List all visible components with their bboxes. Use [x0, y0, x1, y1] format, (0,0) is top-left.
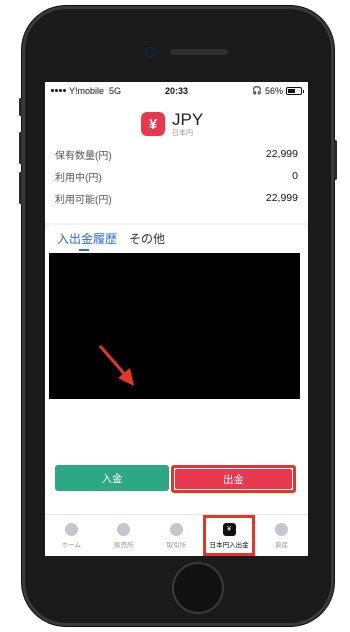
nav-jpy-deposit-withdraw[interactable]: ¥ 日本円入出金 [202, 515, 256, 556]
currency-header: ¥ JPY 日本円 [141, 111, 203, 137]
deposit-button[interactable]: 入金 [55, 465, 169, 491]
exchange-icon [117, 522, 131, 536]
headphones-icon: 🎧 [252, 86, 262, 95]
power-button [334, 140, 337, 180]
nav-assets[interactable]: 資産 [255, 515, 308, 556]
balance-label: 利用中(円) [55, 172, 102, 184]
nav-trade[interactable]: 取引所 [150, 515, 203, 556]
nav-label: 販売所 [114, 541, 134, 549]
assets-icon [275, 522, 289, 536]
nav-highlight-box [202, 515, 256, 556]
nav-label: 資産 [275, 541, 289, 549]
home-icon [64, 522, 78, 536]
balance-row-available: 利用可能(円) 22,999 [55, 187, 298, 209]
battery-percent: 56% [264, 85, 283, 96]
history-list-redacted [49, 253, 300, 399]
yen-icon: ¥ [141, 112, 165, 136]
balance-value: 0 [292, 170, 298, 182]
trade-icon [169, 522, 183, 536]
tab-deposit-withdraw-history[interactable]: 入出金履歴 [57, 230, 117, 251]
pointer-arrow-icon [98, 345, 134, 386]
front-camera [146, 48, 154, 56]
history-tabs: 入出金履歴 その他 [57, 230, 165, 251]
home-button[interactable] [174, 564, 222, 612]
withdraw-button[interactable]: 出金 [175, 469, 292, 489]
network-type: 5G [109, 85, 122, 96]
balance-label: 利用可能(円) [55, 194, 112, 206]
currency-summary: ¥ JPY 日本円 保有数量(円) 22,999 利用中(円) 0 利用可能(円… [45, 99, 308, 223]
history-panel: 入出金履歴 その他 入金 出金 [45, 225, 308, 522]
balance-value: 22,999 [265, 148, 298, 160]
app-screen: Y!mobile 5G 20:33 🎧 56% ¥ JPY 日本円 保有数量(円… [45, 82, 308, 556]
volume-up-button [19, 132, 22, 164]
mute-switch [19, 98, 22, 116]
balance-row-in-use: 利用中(円) 0 [55, 165, 298, 187]
action-bar: 入金 出金 [55, 465, 296, 493]
earpiece-speaker [170, 49, 228, 55]
balance-row-holdings: 保有数量(円) 22,999 [55, 143, 298, 165]
nav-exchange[interactable]: 販売所 [98, 515, 151, 556]
battery-icon [286, 86, 304, 95]
status-bar: Y!mobile 5G 20:33 🎧 56% [45, 82, 308, 99]
signal-icon [51, 89, 66, 92]
balance-value: 22,999 [265, 192, 298, 204]
nav-label: 取引所 [166, 541, 187, 549]
nav-label: ホーム [61, 541, 81, 549]
nav-home[interactable]: ホーム [45, 515, 98, 556]
balance-label: 保有数量(円) [55, 150, 112, 162]
withdraw-highlight-box: 出金 [171, 465, 296, 493]
bottom-navigation: ホーム 販売所 取引所 ¥ 日本円入出金 資産 [45, 514, 308, 556]
volume-down-button [19, 172, 22, 204]
currency-name: 日本円 [172, 130, 193, 137]
carrier-name: Y!mobile [69, 85, 105, 96]
currency-code: JPY [172, 110, 204, 129]
tab-other[interactable]: その他 [129, 230, 165, 251]
balance-list: 保有数量(円) 22,999 利用中(円) 0 利用可能(円) 22,999 [55, 143, 298, 209]
